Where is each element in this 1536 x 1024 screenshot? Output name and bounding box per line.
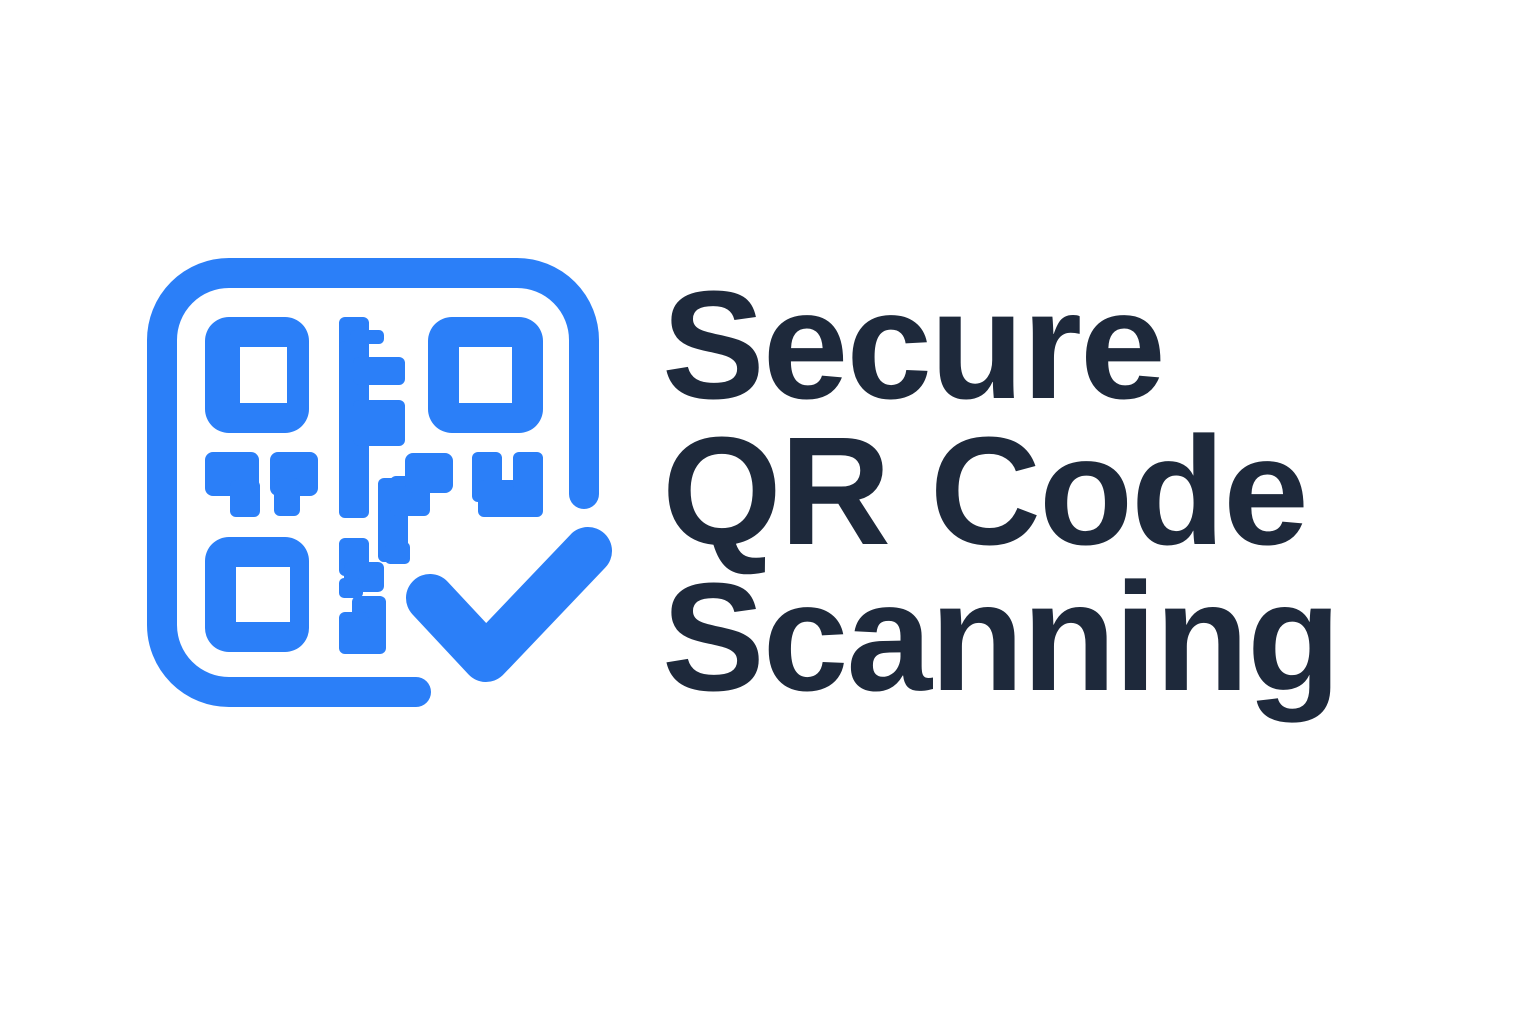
check-mark-icon [406,527,612,682]
qr-module [405,453,453,493]
qr-module [353,400,405,446]
qr-module [513,452,543,492]
logo-wordmark: Secure QR Code Scanning [662,259,1341,723]
qr-module [274,478,300,516]
qr-finder-bottom-left [205,537,309,652]
qr-finder-top-left [205,317,309,433]
qr-code-check-icon [147,258,612,707]
qr-module [353,357,405,385]
qr-module [339,450,369,518]
wordmark-line-3: Scanning [662,551,1341,723]
logo-canvas: Secure QR Code Scanning [0,0,1536,1024]
wordmark-line-2: QR Code [662,405,1309,577]
qr-module [230,480,260,517]
qr-finder-top-right [428,317,543,433]
wordmark-line-1: Secure [662,259,1166,431]
qr-module [339,612,369,654]
qr-module [385,542,410,564]
qr-module [339,578,363,598]
